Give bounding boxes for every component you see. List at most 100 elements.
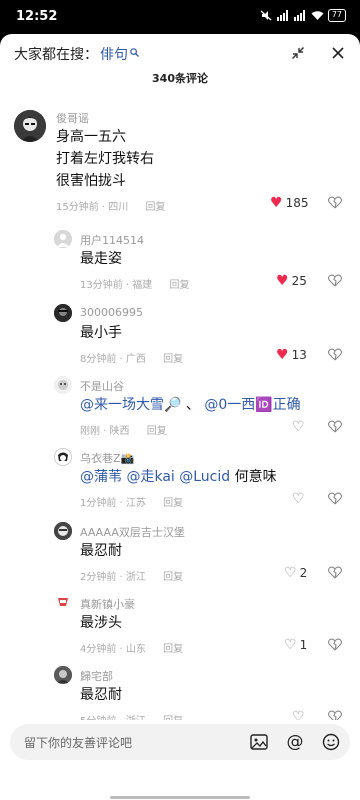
mute-icon	[260, 10, 272, 21]
heart-outline-icon: ♡	[292, 419, 305, 435]
image-icon[interactable]	[248, 732, 270, 752]
collapse-button[interactable]	[286, 42, 310, 66]
like-button[interactable]: ♡	[292, 420, 308, 434]
heart-filled-icon: ♥	[270, 195, 283, 211]
like-count: 13	[291, 348, 307, 362]
search-icon	[130, 48, 139, 60]
comment-time: 13分钟前 · 福建	[80, 280, 153, 291]
dislike-button[interactable]	[328, 566, 342, 583]
reply-button[interactable]: 回复	[163, 498, 183, 509]
comment-username[interactable]: 用户114514	[80, 232, 144, 248]
collapse-icon	[291, 46, 305, 63]
close-icon	[332, 45, 344, 63]
search-prefix: 大家都在搜：	[14, 47, 98, 63]
like-button[interactable]: ♡ 1	[284, 638, 307, 652]
avatar[interactable]	[54, 230, 72, 248]
comment-text: 最忍耐	[80, 540, 122, 562]
wifi-icon	[311, 10, 324, 21]
broken-heart-icon	[328, 566, 342, 583]
comment-item[interactable]: 俊哥谣 身高一五六 打着左灯我转右 很害怕拢斗 15分钟前 · 四川 回复 ♥ …	[0, 104, 360, 224]
mention-link[interactable]: @0一西🆔正确	[204, 397, 300, 413]
reply-item[interactable]: 真新镇小豪 最涉头 4分钟前 · 山东 回复 ♡ 1	[0, 594, 360, 660]
comment-line: 最忍耐	[80, 543, 122, 559]
emoji-icon[interactable]	[320, 732, 342, 752]
heart-outline-icon: ♡	[284, 565, 297, 581]
reply-button[interactable]: 回复	[169, 280, 189, 291]
mention-link[interactable]: @来一场大雪🔎	[80, 397, 181, 413]
like-count: 25	[291, 274, 307, 288]
comment-text: 最涉头	[80, 612, 122, 634]
reply-item[interactable]: AAAAA双层吉士汉堡 最忍耐 2分钟前 · 浙江 回复 ♡ 2	[0, 522, 360, 588]
avatar[interactable]	[54, 522, 72, 540]
heart-outline-icon: ♡	[292, 491, 305, 507]
comment-time: 8分钟前 · 广西	[80, 354, 146, 365]
heart-outline-icon: ♡	[284, 637, 297, 653]
comment-text: 最小手	[80, 322, 122, 344]
dislike-button[interactable]	[328, 492, 342, 509]
comment-input-placeholder: 留下你的友善评论吧	[24, 736, 133, 750]
status-time: 12:52	[16, 9, 58, 24]
comment-time: 刚刚 · 陕西	[80, 426, 130, 437]
dislike-button[interactable]	[328, 274, 342, 291]
mention-link[interactable]: @走kai	[126, 469, 174, 485]
comment-text: 最忍耐	[80, 684, 122, 706]
mention-link[interactable]: @蒲苇	[80, 469, 122, 485]
battery-icon: 77	[327, 9, 346, 22]
like-button[interactable]: ♥ 13	[276, 348, 307, 362]
avatar[interactable]	[54, 376, 72, 394]
reply-item[interactable]: 300006995 最小手 8分钟前 · 广西 回复 ♥ 13	[0, 304, 360, 370]
broken-heart-icon	[328, 420, 342, 437]
like-button[interactable]: ♥ 25	[276, 274, 307, 288]
like-button[interactable]: ♡	[292, 492, 308, 506]
comment-text: @蒲苇 @走kai @Lucid 何意味	[80, 466, 277, 488]
comment-text: 最走姿	[80, 248, 122, 270]
comment-username[interactable]: 300006995	[80, 306, 143, 319]
comment-username[interactable]: 俊哥谣	[56, 110, 89, 126]
comment-time: 15分钟前 · 四川	[56, 202, 129, 213]
like-button[interactable]: ♥ 185	[270, 196, 308, 210]
avatar[interactable]	[54, 666, 72, 684]
reply-button[interactable]: 回复	[145, 202, 165, 213]
reply-button[interactable]: 回复	[163, 572, 183, 583]
comment-line: 最涉头	[80, 615, 122, 631]
reply-item[interactable]: 乌衣巷Z📸 @蒲苇 @走kai @Lucid 何意味 1分钟前 · 江苏 回复 …	[0, 448, 360, 514]
avatar[interactable]	[54, 304, 72, 322]
reply-button[interactable]: 回复	[147, 426, 167, 437]
comment-username[interactable]: 乌衣巷Z📸	[80, 450, 134, 466]
avatar[interactable]	[54, 594, 72, 612]
at-icon[interactable]: @	[284, 732, 306, 752]
comment-time: 2分钟前 · 浙江	[80, 572, 146, 583]
search-suggestion[interactable]: 大家都在搜： 俳句	[14, 44, 139, 64]
close-button[interactable]	[326, 42, 350, 66]
reply-item[interactable]: 用户114514 最走姿 13分钟前 · 福建 回复 ♥ 25	[0, 230, 360, 296]
avatar[interactable]	[14, 110, 46, 142]
comment-username[interactable]: AAAAA双层吉士汉堡	[80, 524, 185, 540]
mention-link[interactable]: @Lucid	[179, 469, 230, 485]
reply-item[interactable]: 不是山谷 @来一场大雪🔎 、 @0一西🆔正确 刚刚 · 陕西 回复 ♡	[0, 376, 360, 442]
comment-text: 身高一五六 打着左灯我转右 很害怕拢斗	[56, 126, 154, 192]
comment-line: 很害怕拢斗	[56, 173, 126, 189]
comment-username[interactable]: 不是山谷	[80, 378, 124, 394]
comment-meta: 刚刚 · 陕西 回复	[80, 422, 167, 437]
avatar[interactable]	[54, 448, 72, 466]
comment-username[interactable]: 真新镇小豪	[80, 596, 135, 612]
reply-button[interactable]: 回复	[163, 354, 183, 365]
like-count: 2	[299, 566, 308, 580]
dislike-button[interactable]	[328, 196, 342, 213]
dislike-button[interactable]	[328, 420, 342, 437]
like-count: 1	[299, 638, 308, 652]
search-keyword[interactable]: 俳句	[100, 44, 128, 64]
comment-line: 最走姿	[80, 251, 122, 267]
signal-icon	[276, 10, 289, 21]
signal-2-icon	[293, 10, 306, 21]
comment-meta: 4分钟前 · 山东 回复	[80, 640, 183, 655]
dislike-button[interactable]	[328, 638, 342, 655]
dislike-button[interactable]	[328, 348, 342, 365]
like-button[interactable]: ♡ 2	[284, 566, 307, 580]
comment-username[interactable]: 歸宅部	[80, 668, 113, 684]
comment-input[interactable]: 留下你的友善评论吧 @	[10, 724, 350, 760]
comment-list[interactable]: 俊哥谣 身高一五六 打着左灯我转右 很害怕拢斗 15分钟前 · 四川 回复 ♥ …	[0, 104, 360, 754]
comments-sheet: 大家都在搜： 俳句 340条评论 俊哥谣 身高一五六 打着左灯我转右 很害怕拢斗	[0, 34, 360, 800]
reply-button[interactable]: 回复	[163, 644, 183, 655]
home-indicator[interactable]	[110, 796, 250, 799]
